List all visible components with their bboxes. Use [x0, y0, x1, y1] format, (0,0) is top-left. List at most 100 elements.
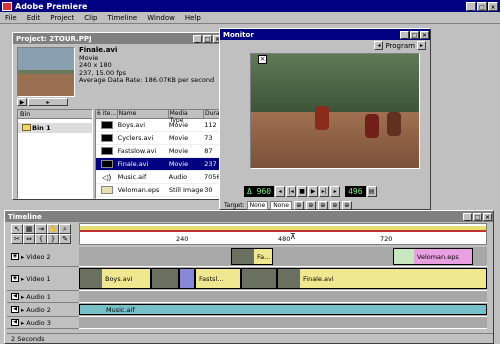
project-window: Project: 2TOUR.PPJ _ □ × Finale.avi Movie …	[12, 32, 224, 200]
track-area[interactable]: Fa... Veloman.eps	[79, 247, 487, 267]
ripple-tool-icon[interactable]: ⇔	[23, 234, 35, 244]
timeline-clip[interactable]: Boys.avi	[79, 268, 151, 289]
monitor-maximize-button[interactable]: □	[410, 30, 419, 39]
menu-project[interactable]: Project	[45, 14, 79, 22]
timeline-clip[interactable]: Finale.avi	[277, 268, 487, 289]
expand-track-icon[interactable]: ▸	[21, 319, 24, 327]
project-maximize-button[interactable]: □	[203, 34, 212, 43]
hand-tool-icon[interactable]: ✋	[47, 224, 59, 234]
col-type[interactable]: Media Type	[169, 110, 204, 124]
expand-track-icon[interactable]: ▸	[21, 253, 24, 261]
monitor-view-label[interactable]: Program	[385, 42, 415, 50]
razor-tool-icon[interactable]: ✂	[11, 234, 23, 244]
transition-clip[interactable]	[179, 268, 195, 289]
timeline-ruler[interactable]: 240 480 720 ⊼	[79, 223, 487, 245]
time-zoom-select[interactable]: 2 Seconds	[11, 335, 45, 343]
loop-button[interactable]: ▸|	[319, 185, 330, 197]
col-count[interactable]: 6 ite...	[96, 110, 118, 118]
timecode-left: Δ 960	[244, 185, 275, 197]
monitor-title: Monitor	[223, 30, 254, 39]
timeline-close-button[interactable]: ×	[483, 212, 492, 221]
movie-icon	[100, 147, 113, 155]
timeline-clip[interactable]: Fa...	[231, 248, 273, 265]
eye-toggle-icon[interactable]: ◉	[11, 275, 19, 282]
menu-file[interactable]: File	[0, 14, 22, 22]
expand-track-icon[interactable]: ▸	[21, 306, 24, 314]
monitor-next-view-button[interactable]: ▸	[417, 41, 426, 50]
stop-button[interactable]: ■	[297, 185, 308, 197]
speaker-toggle-icon[interactable]: ◀	[11, 306, 19, 313]
monitor-minimize-button[interactable]: _	[400, 30, 409, 39]
monitor-titlebar[interactable]: Monitor _ □ ×	[220, 29, 430, 40]
speaker-toggle-icon[interactable]: ◀	[11, 319, 19, 326]
bin-item[interactable]: Bin 1	[18, 123, 92, 133]
col-duration[interactable]: Durat	[204, 110, 220, 118]
edit-button-4[interactable]: ⊕	[329, 200, 340, 210]
timeline-titlebar[interactable]: Timeline _ □ ×	[5, 211, 493, 222]
movie-icon	[100, 160, 113, 168]
workspace: Project: 2TOUR.PPJ _ □ × Finale.avi Movie …	[0, 24, 500, 344]
monitor-options-button[interactable]: ▤	[366, 185, 377, 197]
target-audio-select[interactable]: None	[270, 200, 292, 210]
project-titlebar[interactable]: Project: 2TOUR.PPJ _ □ ×	[13, 33, 223, 44]
edit-button-5[interactable]: ⊕	[341, 200, 352, 210]
track-label: Video 1	[26, 274, 51, 283]
file-row[interactable]: Fastslow.avi Movie 87	[96, 145, 220, 158]
maximize-button[interactable]: □	[477, 1, 487, 11]
preview-play-button[interactable]: ▶	[17, 98, 27, 106]
timeline-maximize-button[interactable]: □	[473, 212, 482, 221]
track-header: ◀ ▸ Audio 1	[7, 291, 79, 303]
target-video-select[interactable]: None	[246, 200, 269, 210]
expand-track-icon[interactable]: ▸	[21, 293, 24, 301]
expand-track-icon[interactable]: ▸	[21, 275, 24, 283]
edit-button-1[interactable]: ⊕	[293, 200, 304, 210]
timeline-clip[interactable]	[151, 268, 179, 289]
file-row[interactable]: ◁)Music.aifAudio70560	[96, 171, 220, 184]
play-reverse-button[interactable]: |◂	[286, 185, 297, 197]
zoom-tool-icon[interactable]: ⌕	[59, 224, 71, 234]
edit-button-2[interactable]: ⊕	[305, 200, 316, 210]
block-select-tool-icon[interactable]: ▦	[23, 224, 35, 234]
step-forward-button[interactable]: ▸	[330, 185, 341, 197]
preview-slider[interactable]: ▸	[28, 98, 68, 106]
track-area[interactable]: Boys.avi Fastsl... Finale.avi	[79, 267, 487, 291]
timeline-clip[interactable]	[241, 268, 277, 289]
play-button[interactable]: ▶	[308, 185, 319, 197]
track-area[interactable]: Music.aif	[79, 303, 487, 317]
playhead-icon[interactable]: ⊼	[290, 232, 296, 241]
menu-window[interactable]: Window	[142, 14, 180, 22]
in-point-tool-icon[interactable]: {	[35, 234, 47, 244]
monitor-close-button[interactable]: ×	[420, 30, 429, 39]
track-video-2: ◉ ▸ Video 2 Fa... Veloman.eps	[7, 247, 493, 267]
step-back-button[interactable]: ◂	[275, 185, 286, 197]
menu-help[interactable]: Help	[180, 14, 206, 22]
monitor-prev-view-button[interactable]: ◂	[374, 41, 384, 50]
timeline-clip[interactable]: Fastsl...	[195, 268, 241, 289]
frame-close-box[interactable]: ×	[258, 55, 267, 64]
track-area[interactable]	[79, 317, 487, 329]
edit-button-3[interactable]: ⊕	[317, 200, 328, 210]
file-row[interactable]: Veloman.eps Still Image 30	[96, 184, 220, 197]
menu-edit[interactable]: Edit	[22, 14, 46, 22]
eye-toggle-icon[interactable]: ◉	[11, 253, 19, 260]
speaker-toggle-icon[interactable]: ◀	[11, 293, 19, 300]
project-minimize-button[interactable]: _	[193, 34, 202, 43]
col-name[interactable]: Name	[118, 110, 169, 118]
fade-tool-icon[interactable]: ✎	[59, 234, 71, 244]
menu-clip[interactable]: Clip	[79, 14, 102, 22]
minimize-button[interactable]: _	[466, 1, 476, 11]
timeline-clip[interactable]: Music.aif	[79, 304, 487, 315]
clip-info-rate: Average Data Rate: 186.07KB per second	[79, 76, 215, 84]
timeline-minimize-button[interactable]: _	[463, 212, 472, 221]
out-point-tool-icon[interactable]: }	[47, 234, 59, 244]
file-row[interactable]: Boys.avi Movie 112	[96, 119, 220, 132]
track-area[interactable]	[79, 291, 487, 303]
target-label: Target:	[224, 201, 245, 209]
track-select-tool-icon[interactable]: ⇥	[35, 224, 47, 234]
selection-tool-icon[interactable]: ↖	[11, 224, 23, 234]
timeline-clip[interactable]: Veloman.eps	[393, 248, 473, 265]
file-row-selected[interactable]: Finale.avi Movie 237	[96, 158, 220, 171]
file-row[interactable]: Cyclers.avi Movie 73	[96, 132, 220, 145]
menu-timeline[interactable]: Timeline	[102, 14, 142, 22]
close-button[interactable]: ×	[488, 1, 498, 11]
